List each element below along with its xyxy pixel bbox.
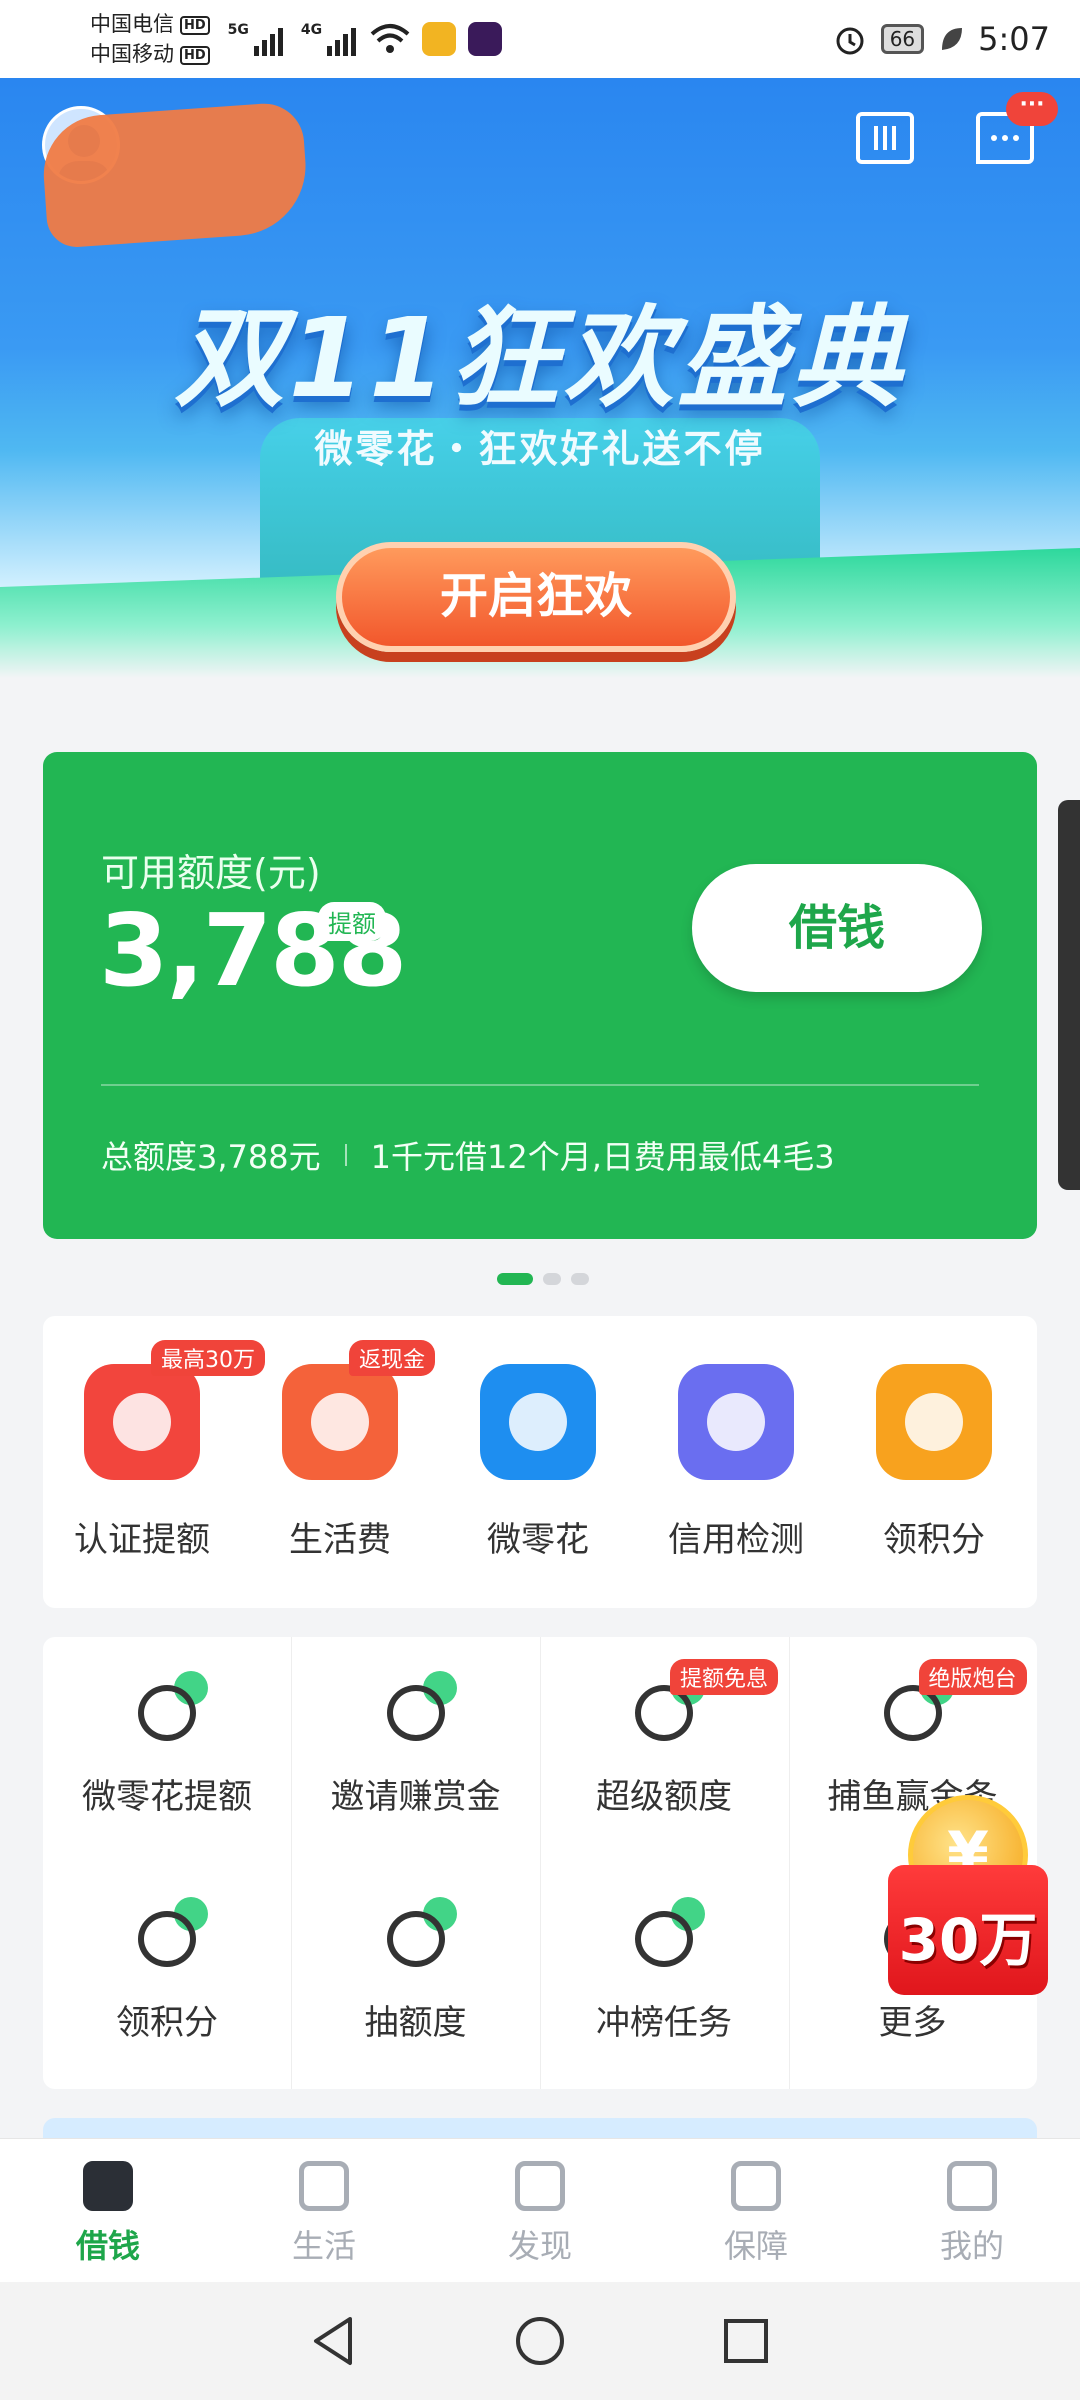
promo-amount: 30万 <box>888 1865 1048 1995</box>
tab-item[interactable]: 借钱 <box>0 2139 216 2282</box>
invite-icon <box>381 1671 457 1747</box>
borrow-button[interactable]: 借钱 <box>692 864 982 992</box>
tab-label: 生活 <box>291 2227 356 2265</box>
alarm-icon <box>836 27 864 55</box>
tab-item[interactable]: 我的 <box>864 2139 1080 2282</box>
tab-icon <box>947 2161 997 2211</box>
wifi-icon <box>370 24 410 53</box>
tab-label: 借钱 <box>75 2227 140 2265</box>
carousel-dot <box>543 1273 561 1285</box>
quick-action-item[interactable]: 微零花 <box>439 1364 637 1561</box>
recents-nav-icon[interactable] <box>718 2313 774 2369</box>
banner-subtitle: 微零花・狂欢好礼送不停 <box>314 427 766 471</box>
carrier-info: 中国电信 HD 中国移动 HD <box>90 9 210 69</box>
card-divider <box>101 1084 979 1086</box>
quick-action-icon <box>84 1364 200 1480</box>
tab-label: 我的 <box>939 2227 1004 2265</box>
credit-card[interactable]: 可用额度(元) 3,788 提额 借钱 总额度3,788元 1千元借12个月,日… <box>43 752 1037 1239</box>
star-icon <box>132 1897 208 1973</box>
quick-action-icon <box>480 1364 596 1480</box>
grid-item-label: 领积分 <box>116 2003 218 2043</box>
tab-icon <box>515 2161 565 2211</box>
floating-promo[interactable]: ¥ 30万 <box>888 1795 1048 2005</box>
grid-item[interactable]: 超级额度 提额免息 <box>540 1637 788 1863</box>
available-credit-label: 可用额度(元) <box>101 851 321 895</box>
quick-action-label: 信用检测 <box>668 1520 804 1560</box>
message-badge: ··· <box>1006 92 1058 126</box>
grid-item-label: 邀请赚赏金 <box>330 1777 501 1817</box>
home-nav-icon[interactable] <box>512 2313 568 2369</box>
loan-promo-text: 1千元借12个月,日费用最低4毛3 <box>370 1138 835 1176</box>
quick-action-label: 微零花 <box>487 1520 589 1560</box>
carrier-2: 中国移动 <box>90 42 174 66</box>
hd-badge: HD <box>180 45 210 65</box>
quick-action-tag: 返现金 <box>349 1340 436 1376</box>
scan-icon[interactable] <box>856 112 914 164</box>
carousel-indicator <box>497 1273 589 1285</box>
grid-item-tag: 提额免息 <box>670 1659 779 1695</box>
banner-title: 双11狂欢盛典 <box>174 294 906 422</box>
notification-video-icon <box>468 22 503 56</box>
footer-separator <box>344 1144 347 1166</box>
grid-item[interactable]: 抽额度 <box>292 1863 540 2089</box>
tab-label: 发现 <box>507 2227 572 2265</box>
quick-action-label: 领积分 <box>883 1520 985 1560</box>
quick-action-icon <box>282 1364 398 1480</box>
grid-item-tag: 绝版炮台 <box>918 1659 1027 1695</box>
grid-item[interactable]: 邀请赚赏金 <box>292 1637 540 1863</box>
quick-action-item[interactable]: 认证提额 最高30万 <box>43 1340 265 1561</box>
grid-item-label: 超级额度 <box>596 1777 732 1817</box>
gift-box-icon <box>132 1671 208 1747</box>
carousel-dot <box>497 1273 533 1285</box>
quick-action-item[interactable]: 信用检测 <box>637 1364 835 1561</box>
quick-action-icon <box>678 1364 794 1480</box>
trend-icon <box>629 1897 705 1973</box>
back-nav-icon[interactable] <box>306 2313 362 2369</box>
status-bar: 中国电信 HD 中国移动 HD 5G 4G 66 5:07 <box>0 0 1080 78</box>
grid-item-label: 微零花提额 <box>82 1777 252 1817</box>
clock: 5:07 <box>978 20 1050 58</box>
side-drawer-handle[interactable] <box>1058 800 1080 1190</box>
grid-item-label: 冲榜任务 <box>596 2003 732 2043</box>
card-footer: 总额度3,788元 1千元借12个月,日费用最低4毛3 <box>101 1132 835 1178</box>
raise-limit-tag[interactable]: 提额 <box>318 902 386 941</box>
tab-label: 保障 <box>723 2227 788 2265</box>
total-credit-text: 总额度3,788元 <box>101 1138 321 1176</box>
tab-item[interactable]: 发现 <box>432 2139 648 2282</box>
redacted-username <box>39 101 311 249</box>
tab-icon <box>731 2161 781 2211</box>
grid-item-label: 抽额度 <box>364 2003 467 2043</box>
carousel-dot <box>571 1273 589 1285</box>
grid-item[interactable]: 微零花提额 <box>43 1637 291 1863</box>
signal-4g-icon: 4G <box>301 22 357 56</box>
signal-5g-icon: 5G <box>228 22 283 56</box>
quick-action-item[interactable]: 领积分 <box>835 1364 1033 1561</box>
tab-item[interactable]: 保障 <box>648 2139 864 2282</box>
tab-icon <box>83 2161 133 2211</box>
card-icon <box>381 1897 457 1973</box>
carrier-1: 中国电信 <box>90 12 174 36</box>
quick-actions-panel: 认证提额 最高30万 生活费 返现金微零花 信用检测 领积分 <box>43 1316 1037 1608</box>
notification-app-icon <box>422 22 457 56</box>
hd-badge: HD <box>180 15 210 35</box>
quick-action-label: 生活费 <box>289 1520 391 1560</box>
grid-item[interactable]: 领积分 <box>43 1863 291 2089</box>
bottom-tab-bar: 借钱 生活 发现 保障 我的 <box>0 2138 1080 2282</box>
quick-action-icon <box>876 1364 992 1480</box>
system-nav-bar <box>0 2282 1080 2400</box>
battery-indicator: 66 <box>880 24 925 54</box>
start-carnival-button[interactable]: 开启狂欢 <box>336 542 736 652</box>
quick-action-label: 认证提额 <box>74 1520 210 1560</box>
quick-action-item[interactable]: 生活费 返现金 <box>241 1340 439 1561</box>
tab-icon <box>299 2161 349 2211</box>
leaf-icon <box>942 28 963 50</box>
tab-item[interactable]: 生活 <box>216 2139 432 2282</box>
grid-item[interactable]: 冲榜任务 <box>540 1863 788 2089</box>
